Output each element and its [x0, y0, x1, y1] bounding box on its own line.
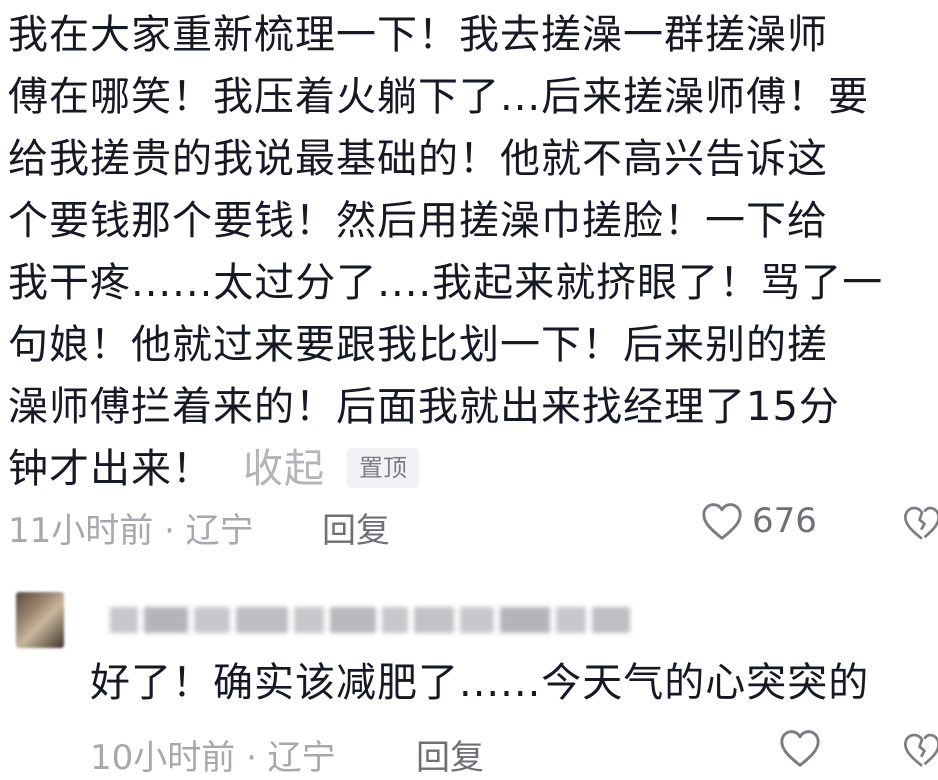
comment-line: 给我搓贵的我说最基础的！他就不高兴告诉这: [8, 136, 828, 182]
reply-comment-meta: 10小时前 · 辽宁 回复: [0, 730, 938, 780]
main-comment-text: 我在大家重新梳理一下！我去搓澡一群搓澡师 傅在哪笑！我压着火躺下了...后来搓澡…: [8, 4, 918, 500]
like-button[interactable]: 676: [700, 501, 817, 541]
comment-line: 我干疼......太过分了....我起来就挤眼了！骂了一: [8, 260, 884, 306]
like-count: 676: [752, 501, 817, 541]
reply-comment-text: 好了！确实该减肥了......今天气的心突突的: [90, 660, 870, 706]
heart-outline-icon: [780, 730, 820, 767]
reply-button[interactable]: 回复: [322, 503, 390, 552]
comment-line: 澡师傅拦着来的！后面我就出来找经理了15分: [8, 384, 840, 430]
reply-like-button[interactable]: [778, 728, 830, 768]
broken-heart-icon[interactable]: [902, 501, 938, 545]
avatar[interactable]: [16, 592, 64, 648]
comment-time-location: 11小时前 · 辽宁: [8, 511, 254, 551]
main-comment-meta: 11小时前 · 辽宁 回复 676: [0, 501, 938, 553]
blurred-username[interactable]: [110, 600, 630, 640]
comment-line: 我在大家重新梳理一下！我去搓澡一群搓澡师: [8, 12, 828, 58]
comment-line-last: 钟才出来！ 收起 置顶: [8, 438, 918, 500]
comment-line-text: 钟才出来！: [8, 446, 213, 492]
comment-line: 傅在哪笑！我压着火躺下了...后来搓澡师傅！要: [8, 74, 870, 120]
pin-badge: 置顶: [347, 448, 419, 488]
collapse-link[interactable]: 收起: [243, 446, 325, 492]
broken-heart-icon[interactable]: [902, 728, 938, 772]
heart-outline-icon: [702, 503, 742, 540]
comment-line: 句娘！他就过来要跟我比划一下！后来别的搓: [8, 322, 828, 368]
comment-line: 个要钱那个要钱！然后用搓澡巾搓脸！一下给: [8, 198, 828, 244]
